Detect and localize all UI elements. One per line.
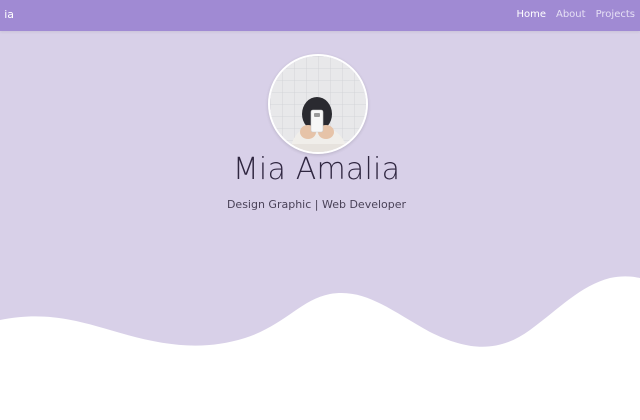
profile-tagline: Design Graphic | Web Developer — [226, 198, 407, 211]
nav-link-home[interactable]: Home — [516, 9, 546, 20]
nav-link-about[interactable]: About — [556, 9, 586, 20]
nav-links: Home About Projects — [516, 9, 635, 20]
avatar — [268, 54, 368, 154]
navbar: ia Home About Projects — [0, 0, 640, 31]
brand-label: ia — [4, 8, 14, 21]
brand-link[interactable]: ia — [0, 0, 14, 31]
profile-name: Mia Amalia — [232, 152, 401, 187]
profile-photo-icon — [270, 56, 366, 152]
nav-link-projects[interactable]: Projects — [596, 9, 635, 20]
page: ia Home About Projects Mia Amalia Design… — [0, 0, 640, 420]
